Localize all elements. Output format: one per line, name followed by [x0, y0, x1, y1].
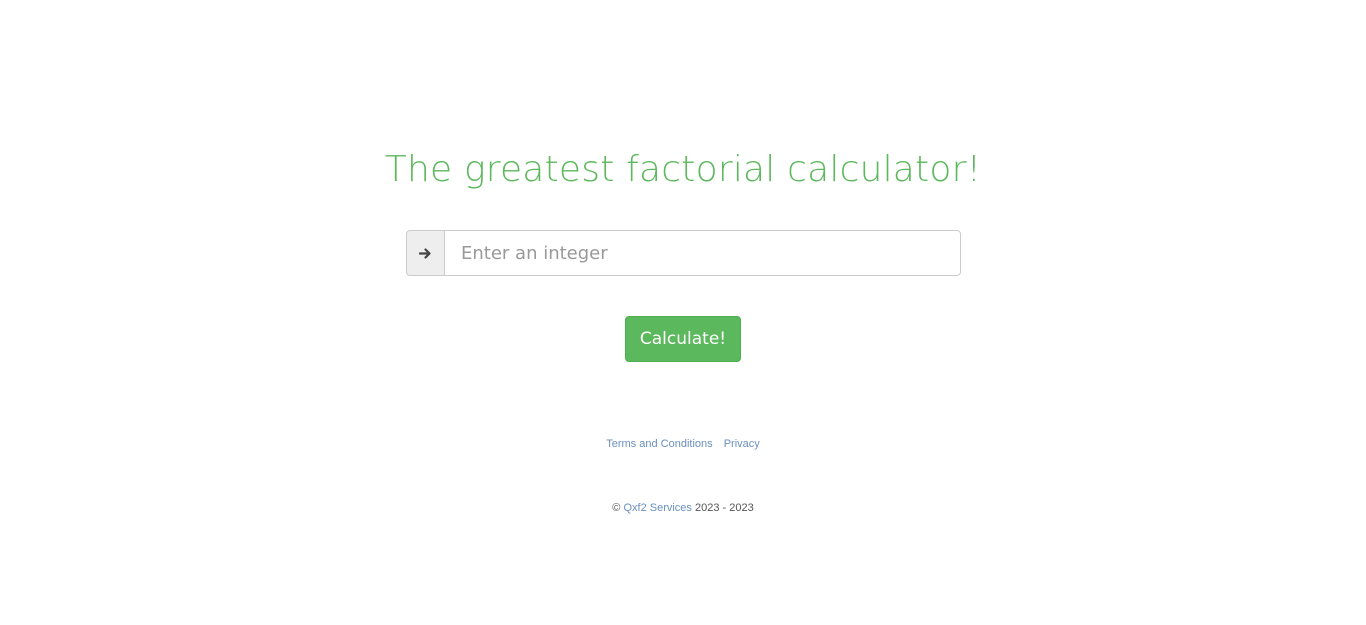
- arrow-right-icon: [419, 247, 432, 260]
- terms-link[interactable]: Terms and Conditions: [606, 438, 712, 450]
- integer-input[interactable]: [444, 230, 961, 276]
- copyright: © Qxf2 Services 2023 - 2023: [0, 500, 1366, 516]
- company-link[interactable]: Qxf2 Services: [623, 502, 691, 514]
- number-input-group: [406, 230, 961, 276]
- privacy-link[interactable]: Privacy: [724, 438, 760, 450]
- copyright-years: 2023 - 2023: [694, 502, 754, 514]
- page: The greatest factorial calculator! Calcu…: [0, 0, 1366, 625]
- copyright-symbol: ©: [612, 502, 621, 514]
- footer-links: Terms and Conditions Privacy: [0, 436, 1366, 452]
- input-addon: [406, 230, 444, 276]
- calculate-button[interactable]: Calculate!: [625, 316, 741, 362]
- page-title: The greatest factorial calculator!: [384, 149, 982, 190]
